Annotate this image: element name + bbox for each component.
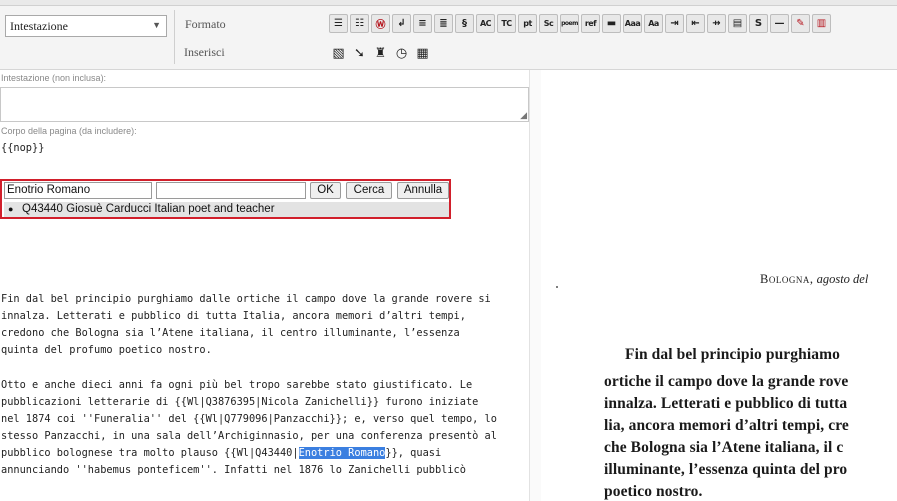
arrow-insert-icon[interactable]: ➘ [350, 44, 369, 63]
body-field-label: Corpo della pagina (da includere): [1, 126, 137, 136]
pin-icon[interactable]: ✎ [791, 14, 810, 33]
section-icon[interactable]: § [455, 14, 474, 33]
bulleted-list-icon[interactable]: ☰ [329, 14, 348, 33]
scan-line: illuminante, l’essenza quinta del pro [604, 461, 848, 478]
style-select-value: Intestazione [10, 19, 68, 33]
align-center-icon[interactable]: ≡ [413, 14, 432, 33]
table-icon[interactable]: ▦ [413, 44, 432, 63]
paragraph-2-text: Otto e anche dieci anni fa ogni più bel … [1, 377, 497, 479]
selected-text[interactable]: Enotrio Romano [298, 447, 386, 459]
suggestion-item[interactable]: ● Q43440 Giosuè Carducci Italian poet and… [4, 202, 449, 217]
format-buttons-row: ☰ ☷ Ⓦ ↲ ≡ ≣ § AC TC pt Sc poem ref ▬ Aaa Aa ⇥ ⇤ ⇸ ▤ S — ✎ ▥ [329, 14, 831, 33]
formato-label: Formato [185, 17, 226, 31]
nop-template-line: {{nop}} [1, 142, 45, 154]
inserisci-label: Inserisci [184, 45, 225, 59]
scan-line: ortiche il campo dove la grande rove [604, 373, 849, 390]
scan-heading: Bologna, agosto del [760, 272, 868, 287]
header-textarea[interactable]: ◢ [0, 87, 529, 122]
numbered-list-icon[interactable]: ☷ [350, 14, 369, 33]
lookup-query-input[interactable] [156, 182, 306, 199]
scan-speck [556, 286, 558, 288]
portrait-icon[interactable]: ♜ [371, 44, 390, 63]
top-strip [0, 0, 897, 6]
align-right-icon[interactable]: ≣ [434, 14, 453, 33]
scan-heading-place: Bologna, [760, 272, 814, 286]
toolbar-divider [174, 10, 175, 64]
suggestion-text: Q43440 Giosuè Carducci Italian poet and … [22, 203, 275, 215]
bars-chart-icon[interactable]: ▥ [812, 14, 831, 33]
justify-icon[interactable]: ▤ [728, 14, 747, 33]
chevron-down-icon: ▼ [152, 20, 161, 30]
ok-button[interactable]: OK [310, 182, 341, 199]
pane-divider[interactable] [529, 70, 541, 501]
strike-s-icon[interactable]: S [749, 14, 768, 33]
right-tab-icon[interactable]: ⇸ [707, 14, 726, 33]
pt-icon[interactable]: pt [518, 14, 537, 33]
scan-line: Fin dal bel principio purghiamo [625, 346, 840, 363]
cerca-button[interactable]: Cerca [346, 182, 392, 199]
annulla-button[interactable]: Annulla [397, 182, 449, 199]
editor-toolbar: Intestazione ▼ Formato Inserisci ☰ ☷ Ⓦ ↲ ≡ ≣ §… [0, 0, 897, 70]
clock-icon[interactable]: ◷ [392, 44, 411, 63]
insert-buttons-row: ▧ ➘ ♜ ◷ ▦ [329, 44, 432, 63]
bullet-icon: ● [8, 204, 14, 214]
em-dash-icon[interactable]: — [770, 14, 789, 33]
horizontal-line-icon[interactable]: ▬ [602, 14, 621, 33]
scan-line: innalza. Letterati e pubblico di tutta [604, 395, 848, 412]
resize-grip-icon[interactable]: ◢ [520, 110, 527, 121]
scanned-page-image: Bologna, agosto del Fin dal bel principi… [541, 70, 897, 501]
scan-heading-date: agosto del [816, 272, 869, 286]
poem-icon[interactable]: poem [560, 14, 579, 33]
wikipedia-icon[interactable]: Ⓦ [371, 14, 390, 33]
indent-icon[interactable]: ⇥ [665, 14, 684, 33]
ac-icon[interactable]: AC [476, 14, 495, 33]
paragraph-style-select[interactable]: Intestazione ▼ [5, 15, 167, 37]
scan-line: lia, ancora memori d’altri tempi, cre [604, 417, 849, 434]
sc-icon[interactable]: Sc [539, 14, 558, 33]
image-icon[interactable]: ▧ [329, 44, 348, 63]
spellcheck-icon[interactable]: Aa [644, 14, 663, 33]
wikidata-lookup-popup: Enotrio Romano OK Cerca Annulla ● Q43440 … [0, 179, 451, 219]
scan-line: che Bologna sia l’Atene italiana, il c [604, 439, 844, 456]
tc-icon[interactable]: TC [497, 14, 516, 33]
lookup-name-input[interactable]: Enotrio Romano [4, 182, 152, 199]
font-size-icon[interactable]: Aaa [623, 14, 642, 33]
paragraph-1-text: Fin dal bel principio purghiamo dalle or… [1, 293, 491, 356]
ref-icon[interactable]: ref [581, 14, 600, 33]
hidden-text-line: ▁▁▁▁▁▁▁▁▁▁▁▁▁▁▁▁▁▁▁▁▁▁▁▁▁▁▁▁▁▁▁▁▁▁▁ [0, 222, 300, 226]
return-arrow-icon[interactable]: ↲ [392, 14, 411, 33]
scan-line: poetico nostro. [604, 483, 703, 500]
outdent-icon[interactable]: ⇤ [686, 14, 705, 33]
header-field-label: Intestazione (non inclusa): [1, 73, 107, 83]
